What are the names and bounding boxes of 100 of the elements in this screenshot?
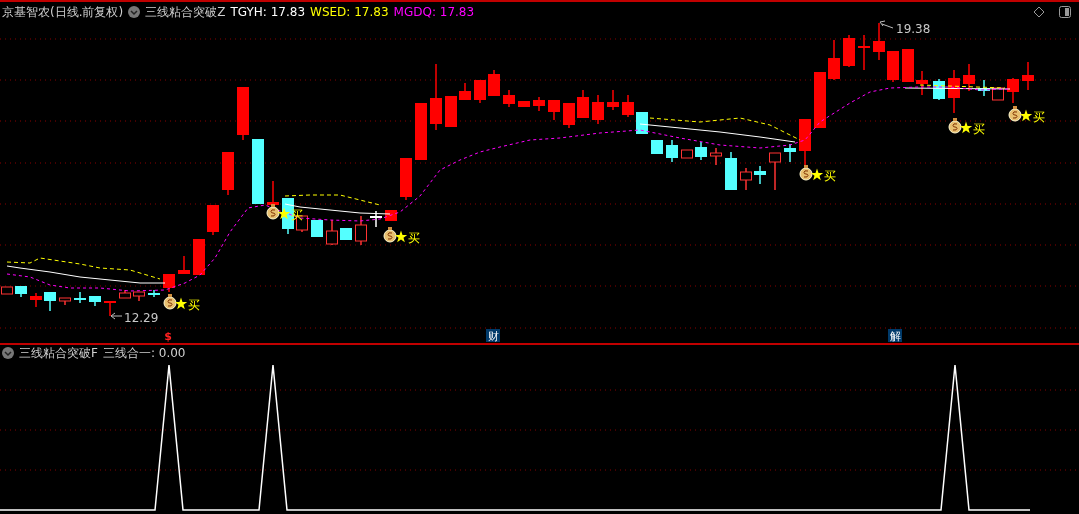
candlestick (89, 295, 101, 307)
money-bag-icon (383, 227, 397, 243)
candlestick (681, 149, 693, 159)
candlestick (858, 34, 870, 71)
candlestick (814, 71, 826, 129)
candlestick (843, 34, 855, 68)
candlestick (622, 94, 634, 118)
axis-mark-background (486, 329, 500, 342)
candlestick (828, 39, 840, 81)
candlestick (769, 152, 781, 191)
candlestick (577, 89, 589, 119)
candlestick (873, 22, 885, 61)
high-arrow-icon (879, 20, 894, 29)
candlestick (44, 291, 56, 312)
diamond-icon[interactable] (1033, 6, 1045, 18)
candlestick (740, 167, 752, 191)
candlestick (178, 255, 190, 275)
candlestick (948, 69, 960, 114)
indicator-reading: 三线合一: 0.00 (102, 345, 186, 361)
buy-label: 买 (408, 231, 420, 245)
candlestick (445, 95, 457, 128)
candlestick (636, 111, 648, 135)
collapse-icon[interactable] (128, 6, 141, 18)
candlestick (74, 291, 86, 304)
candlestick (237, 86, 249, 141)
candlestick (592, 94, 604, 125)
axis-event-mark[interactable]: 解 (889, 330, 901, 343)
candlestick (533, 96, 545, 112)
low-arrow-icon (110, 312, 123, 320)
candlestick (474, 79, 486, 104)
candlestick (30, 292, 42, 308)
money-bag-icon (948, 118, 962, 134)
candlestick (415, 102, 427, 161)
candlestick (1007, 77, 1019, 104)
star-icon (959, 121, 973, 134)
candlestick (799, 118, 811, 166)
candlestick (385, 209, 397, 222)
candlestick (148, 289, 160, 298)
candlestick (784, 143, 796, 163)
candlestick (400, 157, 412, 201)
money-bag-icon (163, 294, 177, 310)
stock-title: 京基智农(日线.前复权) (2, 4, 124, 20)
candlestick (503, 89, 515, 108)
indicator-reading: WSED: 17.83 (310, 4, 389, 20)
candlestick (252, 138, 264, 205)
candlestick (430, 63, 442, 131)
candlestick (207, 204, 219, 236)
collapse-icon[interactable] (2, 347, 14, 359)
candlestick (1022, 61, 1034, 91)
high-price-label: 19.38 (896, 22, 931, 36)
buy-label: 买 (824, 169, 836, 183)
candlestick (326, 219, 338, 246)
candlestick (119, 289, 131, 299)
star-icon (174, 297, 188, 310)
candlestick (963, 63, 975, 92)
candlestick (666, 139, 678, 163)
candlestick (754, 165, 766, 185)
buy-label: 买 (973, 122, 985, 136)
indicator-name: 三线粘合突破Z (145, 4, 226, 20)
star-icon (277, 207, 291, 220)
candlestick (163, 273, 175, 293)
indicator-reading: MGDQ: 17.83 (393, 4, 475, 20)
candlestick (340, 227, 352, 241)
candlestick (902, 48, 914, 83)
axis-mark-background (888, 329, 902, 342)
candlestick (193, 238, 205, 276)
candlestick (311, 219, 323, 238)
candlestick (104, 300, 116, 317)
candlestick (370, 210, 382, 228)
buy-label: 买 (188, 298, 200, 312)
indicator-name: 三线粘合突破F (19, 345, 98, 361)
money-bag-icon (799, 165, 813, 181)
indicator-reading: TGYH: 17.83 (230, 4, 306, 20)
candlestick (459, 82, 471, 101)
candlestick (488, 69, 500, 97)
candlestick (725, 151, 737, 191)
money-bag-icon (1008, 106, 1022, 122)
candlestick (59, 297, 71, 306)
buy-label: 买 (1033, 110, 1045, 124)
candlestick (651, 139, 663, 155)
candlestick (887, 50, 899, 83)
axis-event-mark[interactable]: $ (164, 330, 172, 343)
candlestick (916, 70, 928, 96)
candlestick (695, 141, 707, 161)
candlestick (548, 99, 560, 121)
candlestick (518, 100, 530, 108)
candlestick (222, 151, 234, 196)
axis-event-mark[interactable]: 财 (487, 330, 499, 343)
money-bag-icon (266, 204, 280, 220)
candlestick (992, 87, 1004, 101)
star-icon (810, 168, 824, 181)
star-icon (394, 230, 408, 243)
candlestick (355, 215, 367, 246)
candlestick (267, 180, 279, 206)
low-price-label: 12.29 (124, 311, 159, 325)
candlestick (607, 89, 619, 111)
panel-toggle-icon[interactable] (1059, 6, 1071, 18)
star-icon (1019, 109, 1033, 122)
candlestick (563, 102, 575, 129)
candlestick (15, 285, 27, 298)
